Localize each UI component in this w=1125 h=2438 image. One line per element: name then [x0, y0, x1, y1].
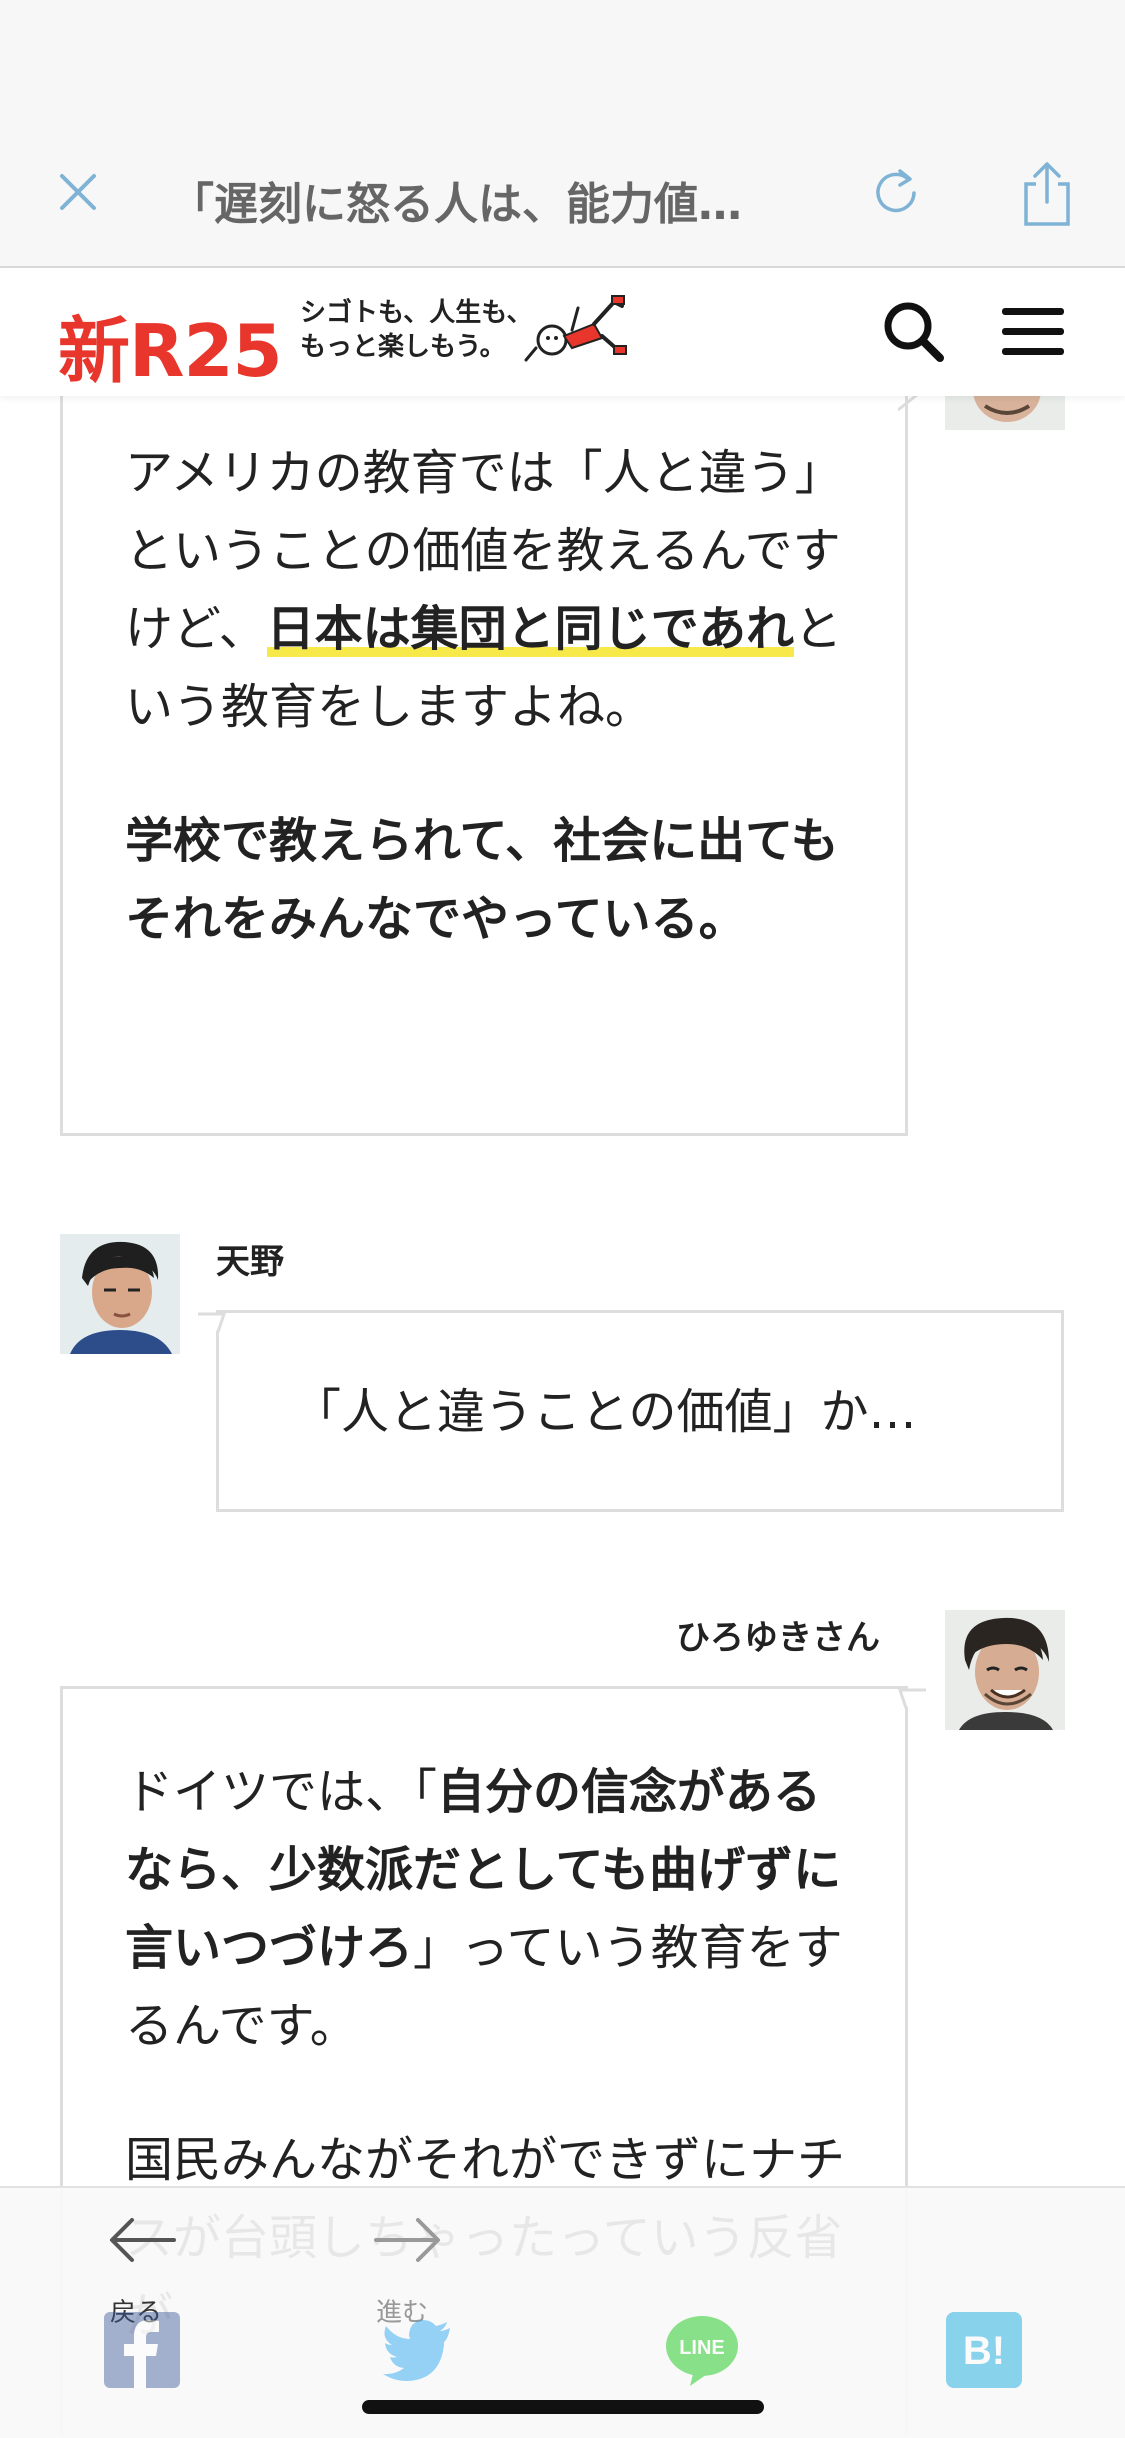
amano-avatar: [60, 1234, 180, 1354]
share-icon[interactable]: [1018, 160, 1076, 228]
line-label: LINE: [679, 2337, 725, 2359]
search-icon[interactable]: [880, 298, 946, 364]
speech-bubble-hiroyuki-1: アメリカの教育では「人と違う」ということの価値を教えるんですけど、日本は集団と同…: [60, 396, 908, 1136]
hiroyuki-avatar-top: [945, 396, 1065, 430]
line-icon[interactable]: LINE: [664, 2312, 740, 2388]
tagline-line-2: もっと楽しもう。: [300, 332, 506, 362]
bubble-paragraph: ドイツでは、「自分の信念があるなら、少数派だとしても曲げずに言いつづけろ」ってい…: [125, 1753, 855, 2065]
browser-toolbar: 「遅刻に怒る人は、能力値…: [0, 0, 1125, 268]
back-arrow-icon[interactable]: [108, 2210, 178, 2270]
site-logo[interactable]: 新R25: [58, 292, 283, 397]
speaker-name-amano: 天野: [216, 1242, 284, 1282]
reload-icon[interactable]: [868, 165, 924, 221]
bubble-pointer: [198, 1312, 226, 1333]
facebook-icon[interactable]: [104, 2312, 180, 2388]
hiroyuki-avatar: [945, 1610, 1065, 1730]
highlighted-text: 日本は集団と同じであれ: [266, 601, 795, 657]
bubble-pointer: [898, 1688, 926, 1709]
site-header: 新R25 シゴトも、人生も、 もっと楽しもう。: [0, 268, 1125, 396]
home-indicator[interactable]: [362, 2400, 764, 2414]
hamburger-menu-icon[interactable]: [1000, 302, 1068, 362]
bubble-paragraph: アメリカの教育では「人と違う」ということの価値を教えるんですけど、日本は集団と同…: [125, 434, 855, 746]
mascot-illustration: [524, 295, 627, 362]
close-icon[interactable]: [56, 170, 100, 214]
speech-bubble-amano: 「人と違うことの価値」か…: [216, 1310, 1064, 1512]
bubble-pointer: [898, 396, 918, 412]
amano-message: 「人と違うことの価値」か…: [293, 1384, 917, 1440]
text-segment: ドイツでは、「: [125, 1764, 438, 1820]
bottom-toolbar: 戻る 進む LINE B!: [0, 2186, 1125, 2438]
site-tagline: シゴトも、人生も、 もっと楽しもう。: [300, 296, 532, 364]
article-content: アメリカの教育では「人と違う」ということの価値を教えるんですけど、日本は集団と同…: [0, 396, 1125, 2436]
twitter-icon[interactable]: [380, 2312, 456, 2388]
forward-arrow-icon[interactable]: [372, 2210, 442, 2270]
page-title: 「遅刻に怒る人は、能力値…: [170, 179, 742, 230]
hatena-label: B!: [963, 2329, 1005, 2373]
hatena-bookmark-icon[interactable]: B!: [946, 2312, 1022, 2388]
tagline-line-1: シゴトも、人生も、: [300, 298, 533, 328]
speaker-name-hiroyuki: ひろゆきさん: [676, 1618, 880, 1658]
bold-paragraph: 学校で教えられて、社会に出てもそれをみんなでやっている。: [125, 813, 839, 947]
